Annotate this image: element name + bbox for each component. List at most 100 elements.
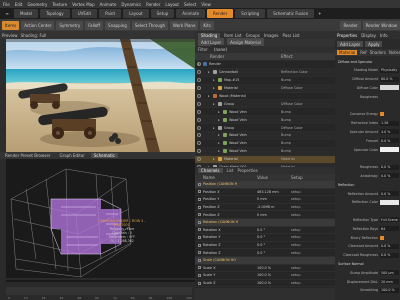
- channel-value[interactable]: 0 mm: [257, 197, 267, 201]
- properties-add-layer-button[interactable]: Add Layer: [337, 41, 364, 47]
- channel-value[interactable]: 100.0 %: [257, 273, 271, 277]
- tab-scripting[interactable]: Scripting: [235, 9, 266, 18]
- expand-arrow-icon[interactable]: ▸: [213, 102, 215, 106]
- shader-tree-row[interactable]: ▸ Material Material: [195, 155, 335, 164]
- property-value-field[interactable]: 80.0 %: [380, 76, 399, 82]
- channel-checkbox[interactable]: [198, 220, 201, 224]
- properties-tab-info[interactable]: Info: [380, 33, 388, 38]
- visibility-eye-icon[interactable]: [197, 117, 201, 122]
- toolbar-kits-button[interactable]: Kits: [200, 20, 214, 30]
- viewport-bottom-tab-schematic[interactable]: Schematic: [90, 153, 118, 158]
- expand-arrow-icon[interactable]: ▸: [218, 141, 220, 145]
- channel-checkbox[interactable]: [198, 243, 201, 247]
- toolbar-work-plane-button[interactable]: Work Plane: [170, 20, 199, 30]
- shader-tree-row[interactable]: ▸ Group Diffuse Color: [195, 124, 335, 133]
- expand-arrow-icon[interactable]: ▸: [208, 70, 210, 74]
- channel-checkbox[interactable]: [198, 251, 201, 255]
- shader-tree-row[interactable]: ▸ Wood Vein Bump: [195, 108, 335, 117]
- property-value-field[interactable]: Full Scene: [380, 217, 399, 223]
- properties-tab-display[interactable]: Display: [361, 33, 376, 38]
- expand-arrow-icon[interactable]: ▸: [213, 126, 215, 130]
- expand-arrow-icon[interactable]: ▸: [213, 86, 215, 90]
- shader-tab-images[interactable]: Images: [264, 33, 279, 38]
- expand-arrow-icon[interactable]: ▸: [213, 78, 215, 82]
- channel-checkbox[interactable]: [198, 266, 201, 270]
- color-swatch[interactable]: [380, 85, 399, 91]
- shader-tree-row[interactable]: ▸ Cannonball Reflection Color: [195, 68, 335, 77]
- channel-checkbox[interactable]: [198, 213, 201, 217]
- menu-item-select[interactable]: Select: [184, 2, 196, 7]
- menu-item-dynamics[interactable]: Dynamics: [121, 2, 141, 7]
- properties-subtab-material[interactable]: Material: [337, 50, 358, 55]
- shader-tree-row[interactable]: ▸ Render: [195, 61, 335, 69]
- shader-tree-row[interactable]: ▸ Wood Vein Bump: [195, 132, 335, 140]
- layout-menu-icon[interactable]: ≡: [2, 11, 12, 16]
- channel-checkbox[interactable]: [198, 205, 201, 209]
- tab-model[interactable]: Model: [14, 9, 39, 18]
- shader-tab-shading[interactable]: Shading: [198, 32, 221, 38]
- channel-checkbox[interactable]: [198, 197, 201, 201]
- properties-tab-properties[interactable]: Properties: [337, 33, 357, 38]
- timeline-track[interactable]: [6, 287, 192, 295]
- channel-group-row[interactable]: Position (CANNON H: [195, 181, 335, 189]
- toolbar-render-button[interactable]: Render: [340, 20, 361, 30]
- viewport-bottom-tab-graph-editor[interactable]: Graph Editor: [56, 153, 87, 158]
- channel-checkbox[interactable]: [198, 190, 201, 194]
- channel-row[interactable]: Scale X 100.0 % setup: [195, 265, 335, 273]
- expand-arrow-icon[interactable]: ▸: [213, 157, 215, 161]
- visibility-eye-icon[interactable]: [197, 94, 201, 98]
- expand-arrow-icon[interactable]: ▸: [208, 94, 210, 98]
- add-tab-icon[interactable]: +: [318, 11, 321, 16]
- expand-arrow-icon[interactable]: ▸: [218, 149, 220, 153]
- shader-tree-row[interactable]: ▸ Group Diffuse Color: [195, 100, 335, 109]
- property-value-field[interactable]: 64: [380, 226, 399, 232]
- channel-row[interactable]: Position Y 0 mm setup: [195, 196, 335, 204]
- channel-row[interactable]: Position Z -2.0098 m setup: [195, 204, 335, 212]
- channel-value[interactable]: 0.0 °: [257, 228, 265, 232]
- channel-value[interactable]: 100.0 %: [257, 266, 271, 270]
- channel-checkbox[interactable]: [198, 281, 201, 285]
- shader-tree-row[interactable]: ▸ Map.#15 Bump: [195, 77, 335, 85]
- toolbar-render-window-button[interactable]: Render Window: [362, 20, 400, 30]
- visibility-eye-icon[interactable]: [197, 125, 201, 130]
- property-value-field[interactable]: 1.56: [380, 120, 399, 126]
- properties-subtab-shaders[interactable]: Shaders: [370, 50, 386, 55]
- toolbar-action-center-button[interactable]: Action Center: [21, 20, 55, 30]
- channel-value[interactable]: 463.128 mm: [257, 190, 279, 194]
- channel-group-row[interactable]: Scale (CANNON HO: [195, 256, 335, 265]
- menu-item-layout[interactable]: Layout: [165, 2, 179, 7]
- shader-tab-item-list[interactable]: Item List: [224, 33, 241, 38]
- property-value-field[interactable]: 0.0 %: [380, 191, 399, 196]
- property-checkbox[interactable]: [380, 235, 384, 240]
- channel-checkbox[interactable]: [198, 228, 201, 232]
- properties-subtab-ref[interactable]: Ref: [360, 50, 366, 55]
- shader-tab-groups[interactable]: Groups: [246, 33, 260, 38]
- channel-row[interactable]: Rotation Z 0.0 ° setup: [195, 249, 335, 257]
- channel-value[interactable]: 0.0 °: [257, 251, 265, 255]
- menu-item-file[interactable]: File: [3, 2, 10, 7]
- property-checkbox[interactable]: [380, 112, 384, 117]
- channel-value[interactable]: 0.0 °: [257, 235, 265, 239]
- tab-layout[interactable]: Layout: [123, 9, 149, 18]
- menu-item-render[interactable]: Render: [146, 2, 160, 7]
- channel-checkbox[interactable]: [198, 258, 201, 262]
- property-value-field[interactable]: 0.0 %: [380, 173, 399, 179]
- tab-render[interactable]: Render: [207, 9, 234, 18]
- channel-checkbox[interactable]: [198, 235, 201, 239]
- channel-value[interactable]: -2.0098 m: [257, 205, 274, 209]
- visibility-eye-icon[interactable]: [197, 109, 201, 114]
- render-preview[interactable]: [0, 39, 195, 152]
- menu-item-geometry[interactable]: Geometry: [27, 2, 47, 7]
- toolbar-snapping-button[interactable]: Snapping: [105, 20, 130, 30]
- visibility-eye-icon[interactable]: [197, 70, 201, 75]
- properties-apply-button[interactable]: Apply: [365, 41, 383, 47]
- tab-setup[interactable]: Setup: [150, 9, 175, 18]
- color-swatch[interactable]: [380, 147, 399, 152]
- property-value-field[interactable]: 100.0 %: [380, 287, 399, 293]
- channel-group-row[interactable]: Rotation (CANNON H: [195, 218, 335, 227]
- visibility-eye-icon[interactable]: [197, 133, 201, 138]
- channel-row[interactable]: Rotation Y 0.0 ° setup: [195, 234, 335, 242]
- tab-animate[interactable]: Animate: [176, 9, 206, 18]
- menu-item-vertex-map[interactable]: Vertex Map: [72, 2, 95, 7]
- tab-schematic-fusion[interactable]: Schematic Fusion: [267, 9, 315, 18]
